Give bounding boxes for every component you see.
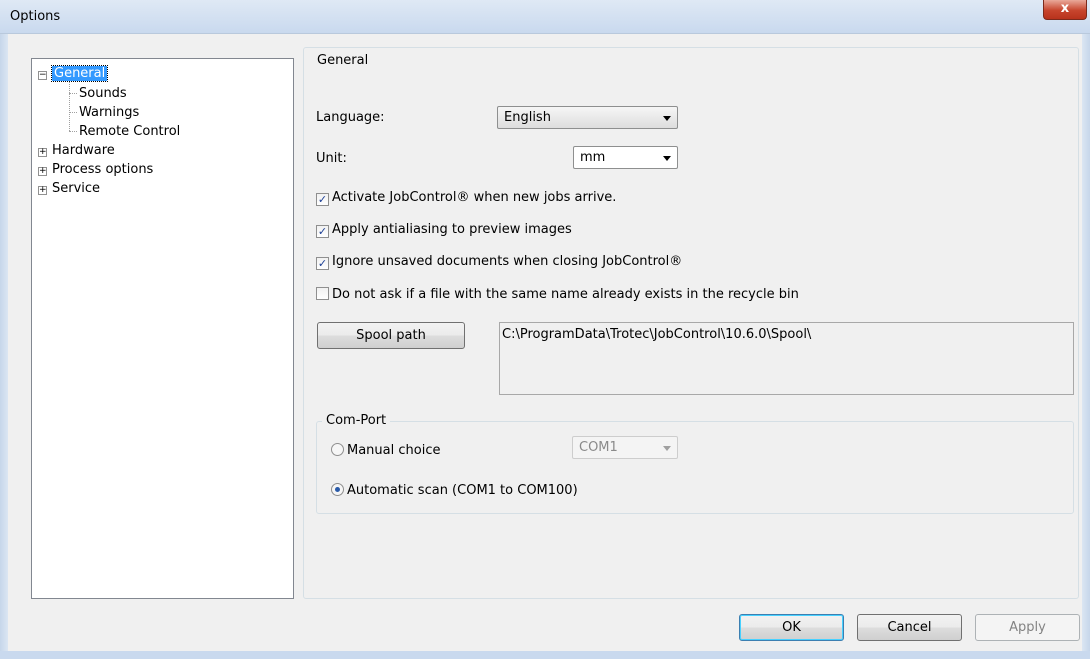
chevron-down-icon — [663, 156, 671, 161]
automatic-scan-label: Automatic scan (COM1 to COM100) — [347, 483, 578, 498]
close-button[interactable]: x — [1043, 0, 1087, 20]
unit-select[interactable]: mm — [573, 146, 678, 169]
do-not-ask-checkbox[interactable] — [316, 287, 329, 300]
do-not-ask-label: Do not ask if a file with the same name … — [332, 287, 799, 302]
tree-connector — [69, 131, 77, 132]
language-select[interactable]: English — [497, 106, 678, 129]
chevron-down-icon — [663, 116, 671, 121]
tree-item-warnings[interactable]: Warnings — [79, 105, 139, 120]
antialiasing-label: Apply antialiasing to preview images — [332, 222, 572, 237]
tree-item-service[interactable]: Service — [52, 181, 100, 196]
tree-connector — [69, 93, 77, 94]
com-port-select[interactable]: COM1 — [572, 436, 678, 459]
tree-item-label: General — [50, 65, 109, 82]
tree-item-process-options[interactable]: Process options — [52, 162, 153, 177]
tree-item-general[interactable]: General — [50, 65, 109, 82]
manual-choice-radio[interactable] — [331, 443, 344, 456]
manual-choice-option[interactable]: Manual choice — [331, 443, 440, 458]
spool-path-field[interactable]: C:\ProgramData\Trotec\JobControl\10.6.0\… — [499, 322, 1074, 395]
options-dialog: Options x − General Sounds Warnings Remo… — [0, 0, 1090, 659]
cancel-button[interactable]: Cancel — [857, 614, 962, 641]
ignore-unsaved-label: Ignore unsaved documents when closing Jo… — [332, 254, 683, 269]
automatic-scan-option[interactable]: Automatic scan (COM1 to COM100) — [331, 483, 578, 498]
manual-choice-label: Manual choice — [347, 443, 441, 458]
collapse-icon[interactable]: − — [38, 71, 47, 80]
window-frame-bottom — [0, 651, 1090, 659]
activate-jobcontrol-label: Activate JobControl® when new jobs arriv… — [332, 190, 617, 205]
expand-icon[interactable]: + — [38, 186, 47, 195]
com-port-select-value: COM1 — [579, 440, 618, 455]
language-label: Language: — [316, 110, 385, 125]
options-tree[interactable]: − General Sounds Warnings Remote Control… — [31, 58, 294, 599]
language-select-value: English — [504, 110, 551, 125]
com-port-group — [316, 421, 1074, 514]
expand-icon[interactable]: + — [38, 148, 47, 157]
ignore-unsaved-checkbox[interactable]: ✓ — [316, 257, 329, 270]
window-frame-left — [0, 34, 8, 659]
tree-connector — [69, 112, 77, 113]
tree-item-sounds[interactable]: Sounds — [79, 86, 127, 101]
ok-button[interactable]: OK — [739, 614, 844, 641]
tree-item-hardware[interactable]: Hardware — [52, 143, 115, 158]
chevron-down-icon — [663, 446, 671, 451]
apply-button[interactable]: Apply — [975, 614, 1080, 641]
window-frame-right — [1082, 34, 1090, 659]
automatic-scan-radio[interactable] — [331, 483, 344, 496]
unit-label: Unit: — [316, 151, 347, 166]
antialiasing-option[interactable]: ✓ Apply antialiasing to preview images — [316, 222, 572, 238]
ignore-unsaved-option[interactable]: ✓ Ignore unsaved documents when closing J… — [316, 254, 682, 270]
com-port-group-title: Com-Port — [322, 413, 391, 428]
expand-icon[interactable]: + — [38, 167, 47, 176]
tree-item-remote-control[interactable]: Remote Control — [79, 124, 180, 139]
window-title: Options — [10, 9, 61, 24]
spool-path-button[interactable]: Spool path — [317, 322, 465, 349]
activate-jobcontrol-option[interactable]: ✓ Activate JobControl® when new jobs arri… — [316, 190, 616, 206]
title-bar: Options x — [0, 0, 1090, 34]
do-not-ask-option[interactable]: Do not ask if a file with the same name … — [316, 287, 799, 302]
antialiasing-checkbox[interactable]: ✓ — [316, 225, 329, 238]
unit-select-value: mm — [580, 150, 606, 165]
activate-jobcontrol-checkbox[interactable]: ✓ — [316, 193, 329, 206]
general-group-title: General — [313, 53, 373, 68]
tree-connector — [69, 79, 70, 131]
